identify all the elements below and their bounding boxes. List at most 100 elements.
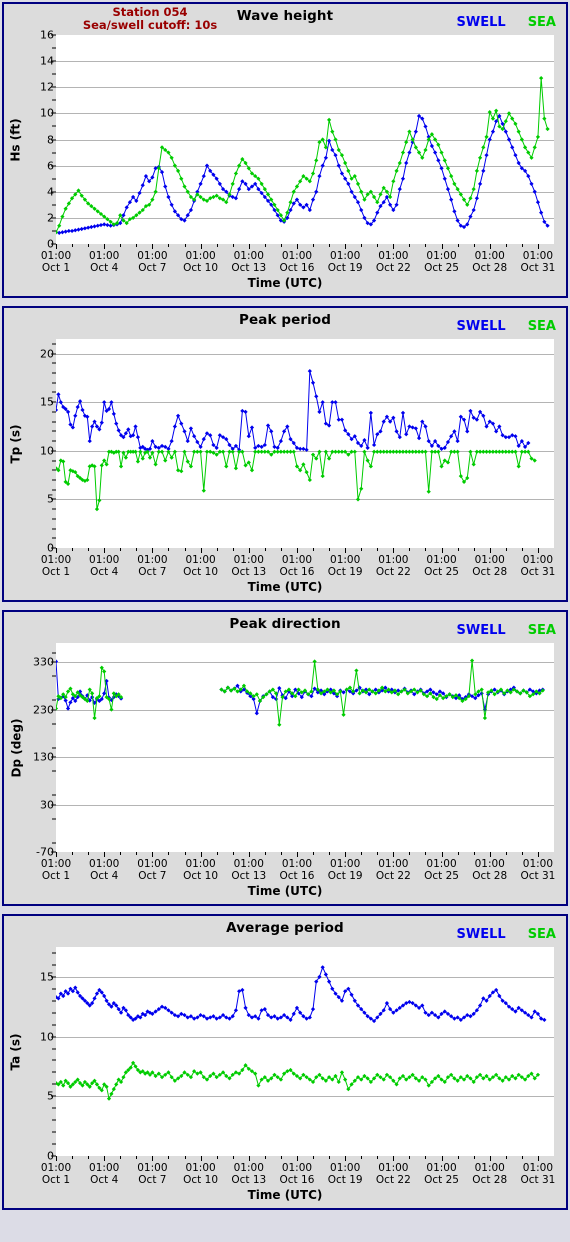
data-point-marker <box>487 109 492 115</box>
x-tick-mark <box>200 1156 202 1161</box>
series-sea <box>56 1060 541 1101</box>
data-point-marker <box>503 119 508 124</box>
data-point-marker <box>243 1005 248 1011</box>
data-point-marker <box>240 449 245 454</box>
data-point-marker <box>56 659 59 664</box>
data-point-marker <box>510 145 515 150</box>
legend-item-sea: SEA <box>527 927 556 942</box>
data-point-marker <box>159 443 165 449</box>
data-point-marker <box>416 436 422 441</box>
x-tick-mark-minor <box>280 852 282 855</box>
series-swell <box>56 965 547 1024</box>
x-tick-mark-minor <box>473 852 475 855</box>
x-tick-mark-minor <box>264 244 266 247</box>
x-tick-mark-minor <box>473 244 475 247</box>
y-tick-label: 130 <box>33 750 54 764</box>
data-point-marker <box>423 124 428 129</box>
data-point-marker <box>314 189 319 194</box>
data-point-marker <box>133 424 138 429</box>
data-point-marker <box>494 108 499 113</box>
data-point-marker <box>436 449 441 454</box>
plot-area <box>56 947 554 1156</box>
data-point-marker <box>539 76 544 81</box>
data-point-marker <box>95 223 100 228</box>
data-point-marker <box>135 435 141 440</box>
x-tick-mark <box>152 852 154 857</box>
data-point-marker <box>468 196 473 201</box>
chart-legend: SWELL SEA <box>457 319 556 334</box>
data-point-marker <box>159 449 165 454</box>
data-point-marker <box>397 187 402 192</box>
data-point-marker <box>140 183 145 188</box>
data-point-marker <box>312 659 317 664</box>
data-point-marker <box>468 214 473 219</box>
data-point-marker <box>413 426 418 431</box>
data-point-marker <box>150 438 155 444</box>
x-axis-label: Time (UTC) <box>247 580 323 594</box>
data-point-marker <box>230 181 235 187</box>
y-tick-label: 16 <box>40 28 54 42</box>
data-point-marker <box>220 449 226 454</box>
data-point-marker <box>140 456 145 461</box>
x-tick-mark <box>248 852 250 857</box>
data-point-marker <box>192 434 197 439</box>
data-point-marker <box>355 181 361 187</box>
data-point-marker <box>478 155 483 160</box>
x-tick-mark-minor <box>72 852 74 855</box>
data-point-marker <box>182 429 187 434</box>
data-point-marker <box>317 173 322 179</box>
x-tick-mark-minor <box>377 1156 379 1159</box>
series-sea <box>56 76 550 235</box>
data-point-marker <box>532 145 537 150</box>
data-point-marker <box>56 706 59 711</box>
data-point-marker <box>254 711 259 716</box>
legend-item-sea: SEA <box>527 319 556 334</box>
y-tick-label: 0 <box>10 543 54 554</box>
x-tick-mark-minor <box>184 1156 186 1159</box>
y-tick-label: 15 <box>40 970 54 984</box>
x-axis-label: Time (UTC) <box>247 276 323 290</box>
x-tick-mark <box>56 1156 57 1161</box>
data-point-marker <box>484 134 489 139</box>
data-point-marker <box>166 194 171 200</box>
data-point-marker <box>397 160 402 166</box>
data-point-marker <box>310 1007 316 1012</box>
data-point-marker <box>76 227 81 232</box>
data-point-marker <box>114 1082 119 1087</box>
x-axis-label: Time (UTC) <box>247 1188 323 1202</box>
data-point-marker <box>410 425 415 430</box>
data-point-marker <box>68 700 73 705</box>
x-tick-mark-minor <box>329 548 331 551</box>
data-point-marker <box>471 187 476 192</box>
x-tick-mark <box>104 852 106 857</box>
data-point-marker <box>78 399 83 404</box>
data-point-marker <box>336 1079 341 1085</box>
data-point-marker <box>99 420 104 425</box>
data-point-marker <box>468 408 473 414</box>
data-point-marker <box>301 446 306 451</box>
data-point-marker <box>86 225 91 230</box>
x-tick-mark-minor <box>313 1156 315 1159</box>
series-sea <box>56 658 545 727</box>
x-tick-mark-minor <box>264 852 266 855</box>
data-point-marker <box>265 423 271 428</box>
x-tick-mark-minor <box>216 852 218 855</box>
data-point-marker <box>73 413 78 418</box>
data-point-marker <box>341 712 346 717</box>
data-point-marker <box>323 449 328 454</box>
data-point-marker <box>343 1077 348 1082</box>
x-tick-mark-minor <box>136 852 138 855</box>
x-tick-mark-minor <box>377 852 379 855</box>
data-point-marker <box>314 394 319 399</box>
data-point-marker <box>233 1008 239 1013</box>
x-tick-mark-minor <box>136 244 138 247</box>
data-point-marker <box>490 116 496 121</box>
data-point-marker <box>172 449 177 454</box>
data-point-marker <box>310 171 316 176</box>
y-axis-ticks: -70 30 130 230 330 <box>4 643 56 858</box>
data-point-marker <box>442 445 447 450</box>
data-point-marker <box>309 694 314 699</box>
y-tick-label: 5 <box>10 1091 54 1102</box>
data-point-marker <box>272 444 277 449</box>
x-tick-mark-minor <box>168 1156 170 1159</box>
